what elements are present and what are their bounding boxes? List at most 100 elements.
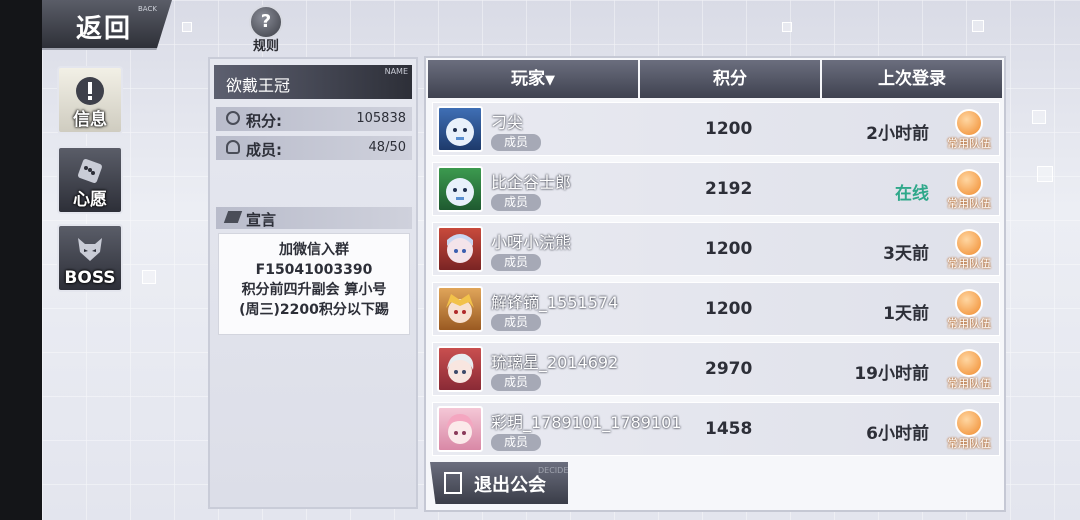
back-button-label: 返回 — [76, 14, 133, 44]
decor-square — [142, 270, 156, 284]
player-name: 琉璃星_2014692 — [491, 353, 619, 372]
decor-square — [1037, 166, 1053, 182]
declaration-line: F15041003390 — [255, 262, 373, 278]
player-avatar — [437, 226, 483, 272]
player-name: 刁尖 — [491, 113, 524, 132]
player-last-login: 2小时前 — [866, 124, 929, 144]
member-row[interactable]: 解锋镝_1551574 成员 1200 1天前 常用队伍 — [432, 282, 1000, 336]
sort-down-icon: ▼ — [545, 73, 555, 88]
declaration-label: 宣言 — [246, 211, 277, 229]
demon-mask-icon — [78, 238, 102, 261]
declaration-line: 积分前四升副会 算小号 — [241, 282, 387, 298]
common-team-button[interactable]: 常用队伍 — [947, 169, 991, 213]
column-header-last-login[interactable]: 上次登录 — [822, 60, 1002, 98]
side-button-label: BOSS — [64, 268, 116, 288]
common-team-label: 常用队伍 — [947, 317, 991, 330]
team-icon — [955, 169, 983, 197]
side-button-boss[interactable]: BOSS — [57, 224, 123, 292]
declaration-text: 加微信入群 F15041003390 积分前四升副会 算小号 (周三)2200积… — [218, 233, 410, 335]
common-team-button[interactable]: 常用队伍 — [947, 109, 991, 153]
character-portrait-icon — [446, 414, 474, 444]
guild-members-row: 成员: 48/50 — [216, 136, 412, 160]
player-role-badge: 成员 — [491, 254, 541, 271]
left-black-strip — [0, 0, 42, 520]
column-header-label: 积分 — [713, 69, 747, 89]
guild-info-panel: 欲戴王冠 NAME 积分: 105838 成员: 48/50 宣言 加微信入群 … — [208, 57, 418, 509]
yeti-icon — [446, 178, 474, 206]
team-icon — [955, 349, 983, 377]
player-role-badge: 成员 — [491, 434, 541, 451]
character-portrait-icon — [447, 234, 473, 263]
guild-score-value: 105838 — [356, 111, 406, 126]
member-row[interactable]: 刁尖 成员 1200 2小时前 常用队伍 — [432, 102, 1000, 156]
team-icon — [955, 229, 983, 257]
common-team-label: 常用队伍 — [947, 437, 991, 450]
side-button-label: 信息 — [73, 110, 107, 130]
common-team-button[interactable]: 常用队伍 — [947, 229, 991, 273]
decor-square — [972, 20, 984, 32]
declaration-header: 宣言 — [216, 207, 412, 229]
player-role-badge: 成员 — [491, 374, 541, 391]
player-last-login: 19小时前 — [854, 364, 929, 384]
guild-name-tag: NAME — [384, 67, 408, 76]
common-team-button[interactable]: 常用队伍 — [947, 349, 991, 393]
member-table: 玩家▼ 积分 上次登录 刁尖 成员 1200 2小时前 常用队伍 比企谷士郎 成… — [424, 56, 1006, 512]
declaration-line: 加微信入群 — [279, 242, 349, 258]
decor-square — [182, 22, 192, 32]
character-portrait-icon — [447, 353, 474, 383]
player-name: 解锋镝_1551574 — [491, 293, 619, 312]
player-last-login: 6小时前 — [866, 424, 929, 444]
player-score: 2192 — [705, 179, 753, 199]
column-header-player[interactable]: 玩家▼ — [428, 60, 638, 98]
character-portrait-icon — [446, 294, 474, 323]
guild-score-row: 积分: 105838 — [216, 107, 412, 131]
common-team-label: 常用队伍 — [947, 257, 991, 270]
team-icon — [955, 409, 983, 437]
question-icon: ? — [249, 5, 283, 39]
decor-square — [782, 22, 792, 32]
player-role-badge: 成员 — [491, 194, 541, 211]
player-last-login: 在线 — [895, 184, 929, 204]
common-team-label: 常用队伍 — [947, 197, 991, 210]
declaration-line: (周三)2200积分以下踢 — [239, 302, 389, 318]
exit-guild-tag: DECIDE — [538, 466, 569, 475]
member-row[interactable]: 小呀小浣熊 成员 1200 3天前 常用队伍 — [432, 222, 1000, 276]
rules-button[interactable]: ? 规则 — [248, 5, 284, 54]
player-score: 1200 — [705, 299, 753, 319]
back-button-tag: BACK — [138, 5, 157, 13]
guild-name-bar: 欲戴王冠 NAME — [214, 65, 412, 99]
exit-door-icon — [444, 472, 462, 494]
player-score: 1200 — [705, 239, 753, 259]
back-button[interactable]: 返回 BACK — [42, 0, 172, 50]
player-avatar — [437, 106, 483, 152]
player-score: 1200 — [705, 119, 753, 139]
player-last-login: 1天前 — [883, 304, 929, 324]
player-role-badge: 成员 — [491, 134, 541, 151]
exclamation-icon — [76, 77, 104, 105]
member-row[interactable]: 琉璃星_2014692 成员 2970 19小时前 常用队伍 — [432, 342, 1000, 396]
dice-icon — [78, 159, 102, 183]
column-header-score[interactable]: 积分 — [640, 60, 820, 98]
guild-members-value: 48/50 — [368, 140, 406, 155]
person-icon — [226, 140, 240, 154]
guild-name: 欲戴王冠 — [226, 76, 291, 95]
team-icon — [955, 289, 983, 317]
member-row[interactable]: 彩玥_1789101_1789101 成员 1458 6小时前 常用队伍 — [432, 402, 1000, 456]
common-team-button[interactable]: 常用队伍 — [947, 289, 991, 333]
player-avatar — [437, 406, 483, 452]
rules-label: 规则 — [252, 39, 279, 54]
player-name: 小呀小浣熊 — [491, 233, 572, 252]
side-button-wish[interactable]: 心愿 — [57, 146, 123, 214]
side-button-info[interactable]: 信息 — [57, 66, 123, 134]
player-avatar — [437, 346, 483, 392]
player-name: 彩玥_1789101_1789101 — [491, 413, 682, 432]
column-header-label: 玩家 — [511, 69, 545, 89]
member-row[interactable]: 比企谷士郎 成员 2192 在线 常用队伍 — [432, 162, 1000, 216]
guild-score-label: 积分: — [246, 112, 282, 130]
flag-icon — [223, 211, 243, 223]
common-team-button[interactable]: 常用队伍 — [947, 409, 991, 453]
decor-square — [1032, 110, 1046, 124]
guild-members-label: 成员: — [246, 141, 282, 159]
player-score: 1458 — [705, 419, 753, 439]
common-team-label: 常用队伍 — [947, 377, 991, 390]
